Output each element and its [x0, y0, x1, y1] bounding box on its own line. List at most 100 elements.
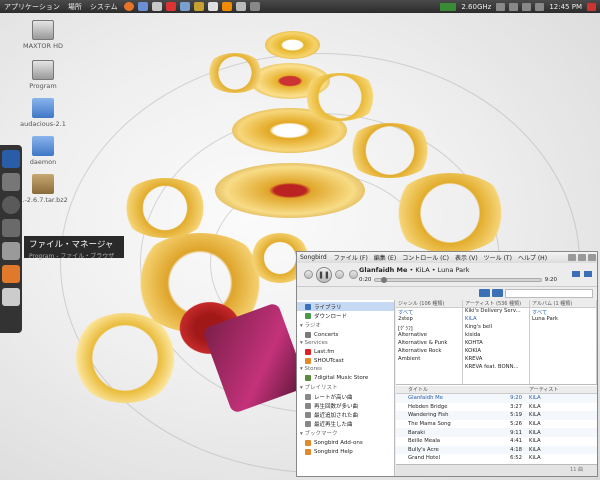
filter-column-header[interactable]: アルバム (1 種類): [530, 300, 596, 308]
launcher-icon[interactable]: [179, 2, 190, 11]
launcher-icon[interactable]: [137, 2, 148, 11]
close-button[interactable]: [588, 254, 596, 261]
forward-button[interactable]: [492, 289, 503, 297]
seek-knob[interactable]: [381, 277, 388, 283]
filter-row[interactable]: KOKIA: [463, 348, 529, 356]
filter-row[interactable]: Alternative & Punk: [396, 340, 462, 348]
dock-item-songbird[interactable]: [2, 265, 20, 283]
system-monitor-icon[interactable]: [440, 2, 457, 11]
previous-track-button[interactable]: [304, 270, 313, 279]
desktop-icon-program[interactable]: Program: [8, 60, 78, 90]
sidebar-section-heading[interactable]: ▾ Stores: [297, 365, 394, 373]
firefox-launcher-icon[interactable]: [123, 2, 134, 11]
track-row[interactable]: Glanfaidh Me 9:20 KiLA: [396, 394, 597, 403]
volume-icon[interactable]: [349, 270, 358, 279]
dock-item-terminal[interactable]: [2, 173, 20, 191]
filter-row[interactable]: 2step: [396, 316, 462, 324]
menu-places[interactable]: 場所: [64, 2, 86, 12]
filter-row[interactable]: KOHTA: [463, 340, 529, 348]
column-title[interactable]: タイトル: [396, 386, 498, 393]
next-track-button[interactable]: [335, 270, 344, 279]
menu-view[interactable]: 表示 (V): [452, 253, 481, 262]
launcher-icon[interactable]: [207, 2, 218, 11]
menu-applications[interactable]: アプリケーション: [0, 2, 64, 12]
clock[interactable]: 12:45 PM: [549, 3, 582, 11]
launcher-icon[interactable]: [235, 2, 246, 11]
sidebar-item[interactable]: 7digital Music Store: [297, 373, 394, 382]
sidebar-item[interactable]: Last.fm: [297, 347, 394, 356]
column-time[interactable]: [498, 386, 526, 393]
menu-file[interactable]: ファイル (F): [331, 253, 371, 262]
sidebar-section-heading[interactable]: ▾ プレイリスト: [297, 382, 394, 392]
dock-item-app[interactable]: [2, 242, 20, 260]
track-row[interactable]: The Mama Song 5:26 KiLA: [396, 420, 597, 429]
sidebar-item[interactable]: 最近再生した曲: [297, 419, 394, 428]
filter-row[interactable]: Luna Park: [530, 316, 596, 324]
track-row[interactable]: Bully's Acre 4:18 KiLA: [396, 445, 597, 455]
maximize-button[interactable]: [578, 254, 586, 261]
filter-column-header[interactable]: アーティスト (536 種類): [463, 300, 529, 308]
battery-icon[interactable]: [535, 2, 545, 11]
column-artist[interactable]: アーティスト: [526, 386, 597, 393]
shutdown-icon[interactable]: [587, 2, 596, 11]
dock-item-desktop[interactable]: [2, 150, 20, 168]
filter-column-header[interactable]: ジャンル (106 種類): [396, 300, 462, 308]
mail-icon[interactable]: [509, 2, 519, 11]
dock-item-trash[interactable]: [2, 288, 20, 306]
launcher-icon[interactable]: [249, 2, 260, 11]
filter-row[interactable]: [ｸﾞﾗﾌ]: [396, 324, 462, 332]
filter-row[interactable]: すべて: [396, 308, 462, 316]
repeat-button[interactable]: [572, 271, 580, 277]
launcher-icon[interactable]: [151, 2, 162, 11]
sidebar-item[interactable]: Concerts: [297, 330, 394, 339]
menu-edit[interactable]: 編集 (E): [371, 253, 399, 262]
filter-row[interactable]: Ambient: [396, 356, 462, 364]
track-row[interactable]: Baraki 9:11 KiLA: [396, 428, 597, 437]
filter-row[interactable]: KiLA: [463, 316, 529, 324]
filter-row[interactable]: すべて: [530, 308, 596, 316]
launcher-icon[interactable]: [165, 2, 176, 11]
shuffle-button[interactable]: [584, 271, 592, 277]
sidebar-item[interactable]: Songbird Add-ons: [297, 438, 394, 447]
minimize-button[interactable]: [568, 254, 576, 261]
sidebar-item[interactable]: レートが高い曲: [297, 392, 394, 401]
seek-bar[interactable]: [374, 277, 542, 283]
track-row[interactable]: Beille Meala 4:41 KiLA: [396, 437, 597, 446]
sidebar-section-heading[interactable]: ▾ ラジオ: [297, 320, 394, 330]
filter-row[interactable]: Alternative: [396, 332, 462, 340]
filter-row[interactable]: Alternative Rock: [396, 348, 462, 356]
sidebar-section-heading[interactable]: ▾ ブックマーク: [297, 428, 394, 438]
filter-row[interactable]: Kiki's Delivery Serv...: [463, 308, 529, 316]
desktop-icon-audacious[interactable]: audacious-2.1: [8, 98, 78, 128]
track-row[interactable]: Grand Hotel 6:52 KiLA: [396, 454, 597, 463]
sidebar-item[interactable]: SHOUTcast: [297, 356, 394, 365]
launcher-icon[interactable]: [193, 2, 204, 11]
menu-tools[interactable]: ツール (T): [481, 253, 515, 262]
search-input[interactable]: [505, 288, 593, 298]
dock-item-firefox[interactable]: [2, 196, 20, 214]
sidebar-item[interactable]: Songbird Help: [297, 447, 394, 456]
desktop-icon-maxtor[interactable]: MAXTOR HD: [8, 20, 78, 50]
filter-row[interactable]: kisida: [463, 332, 529, 340]
sidebar-item[interactable]: 再生回数が多い曲: [297, 401, 394, 410]
menu-control[interactable]: コントロール (C): [399, 253, 452, 262]
dock-item-file-manager[interactable]: [2, 219, 20, 237]
track-row[interactable]: Wandering Fish 5:19 KiLA: [396, 411, 597, 420]
desktop-icon-label: MAXTOR HD: [23, 42, 63, 50]
track-row[interactable]: Hebden Bridge 3:27 KiLA: [396, 403, 597, 412]
sidebar-item[interactable]: ライブラリ: [297, 302, 394, 311]
menu-system[interactable]: システム: [86, 2, 122, 12]
back-button[interactable]: [479, 289, 490, 297]
volume-icon[interactable]: [522, 2, 532, 11]
sidebar-section-heading[interactable]: ▾ Services: [297, 339, 394, 347]
menu-help[interactable]: ヘルプ (H): [515, 253, 550, 262]
filter-row[interactable]: King's bell: [463, 324, 529, 332]
sidebar-item[interactable]: ダウンロード: [297, 311, 394, 320]
network-icon[interactable]: [496, 2, 506, 11]
window-titlebar[interactable]: Songbird ファイル (F) 編集 (E) コントロール (C) 表示 (…: [297, 252, 597, 263]
pause-button[interactable]: ❚❚: [316, 266, 332, 283]
filter-row[interactable]: KREVA: [463, 356, 529, 364]
filter-row[interactable]: KREVA feat. BONN...: [463, 364, 529, 372]
vlc-launcher-icon[interactable]: [221, 2, 232, 11]
sidebar-item[interactable]: 最近追加された曲: [297, 410, 394, 419]
